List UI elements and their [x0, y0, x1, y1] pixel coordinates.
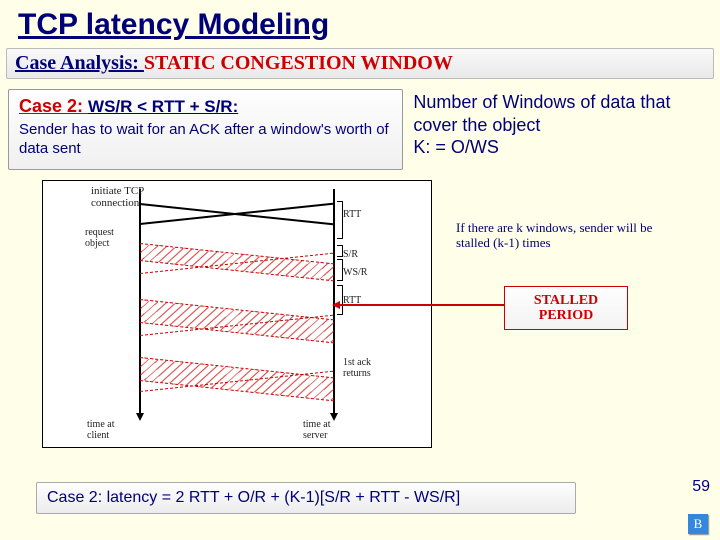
label-request-object: request object — [85, 227, 114, 249]
page-title: TCP latency Modeling — [0, 0, 720, 48]
bracket-wsr — [337, 259, 343, 281]
subtitle-rest: STATIC CONGESTION WINDOW — [144, 52, 453, 74]
subtitle-bar: Case Analysis: STATIC CONGESTION WINDOW — [6, 48, 714, 79]
bracket-rtt — [337, 201, 343, 239]
label-sr: S/R — [343, 249, 358, 260]
case-label: Case 2: — [19, 96, 88, 116]
case-box: Case 2: WS/R < RTT + S/R: Sender has to … — [8, 89, 403, 170]
window-3-band — [140, 357, 334, 401]
diagram-area: initiate TCP connection request object R… — [8, 180, 712, 450]
arrow-down-icon — [330, 413, 338, 421]
label-initiate-tcp: initiate TCP connection — [91, 185, 144, 209]
timing-diagram: initiate TCP connection request object R… — [42, 180, 432, 448]
case-description: Sender has to wait for an ACK after a wi… — [19, 121, 392, 159]
num-windows-text: Number of Windows of data that cover the… — [413, 89, 712, 170]
bracket-rtt2 — [337, 285, 343, 315]
badge-b: B — [688, 514, 708, 534]
case-heading: Case 2: WS/R < RTT + S/R: — [19, 96, 392, 117]
window-2-band — [140, 299, 334, 343]
label-rtt: RTT — [343, 209, 361, 220]
subtitle-lead: Case Analysis: — [15, 52, 144, 74]
label-wsr: WS/R — [343, 267, 367, 278]
page-number: 59 — [692, 478, 710, 496]
stalled-period-box: STALLED PERIOD — [504, 286, 628, 331]
bracket-sr — [337, 245, 343, 257]
arrow-down-icon — [136, 413, 144, 421]
label-time-client: time at client — [87, 419, 115, 441]
label-first-ack: 1st ack returns — [343, 357, 371, 379]
row-case-and-windows: Case 2: WS/R < RTT + S/R: Sender has to … — [8, 89, 712, 170]
label-time-server: time at server — [303, 419, 331, 441]
latency-formula: Case 2: latency = 2 RTT + O/R + (K-1)[S/… — [36, 482, 576, 514]
stall-note: If there are k windows, sender will be s… — [456, 220, 686, 251]
stalled-pointer-line — [338, 304, 506, 306]
window-1-band — [140, 243, 334, 281]
case-condition: WS/R < RTT + S/R: — [88, 97, 238, 116]
